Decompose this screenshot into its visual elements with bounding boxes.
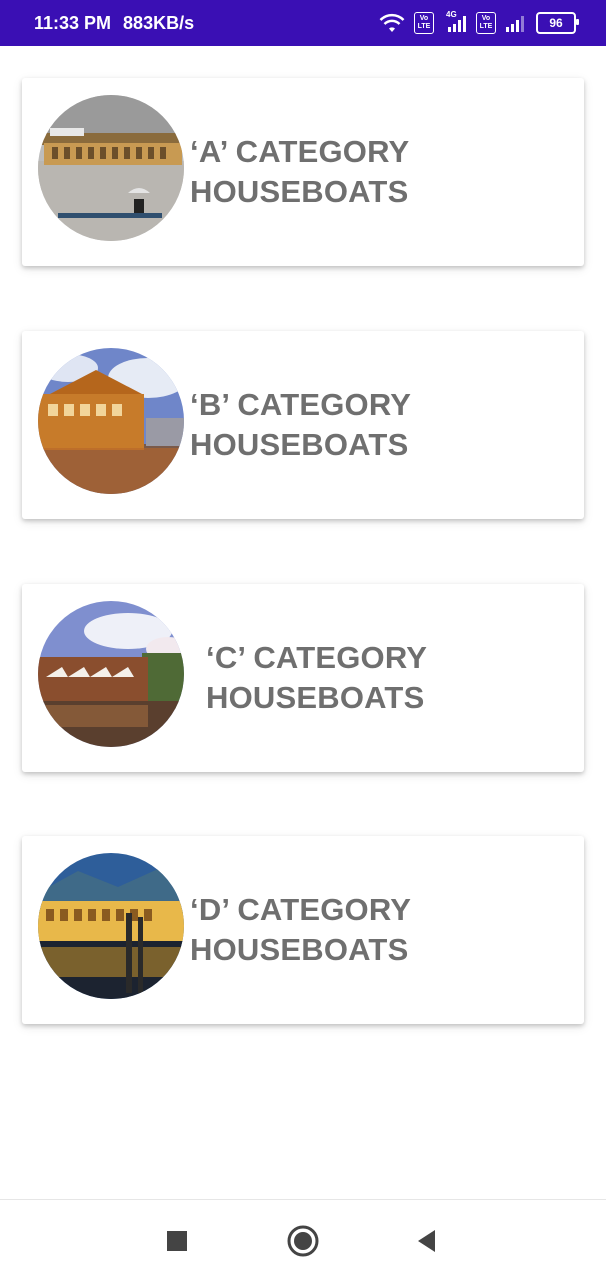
- recents-square-icon[interactable]: [160, 1224, 194, 1258]
- status-icons: Vo LTE 4G Vo LTE 96: [378, 0, 579, 46]
- network-speed: 883KB/s: [123, 12, 195, 33]
- battery-icon: 96: [536, 12, 579, 34]
- home-circle-icon[interactable]: [286, 1224, 320, 1258]
- signal-icon: 4G: [442, 10, 468, 33]
- wifi-icon: [378, 12, 406, 34]
- category-card-a[interactable]: ‘A’ CATEGORY HOUSEBOATS: [22, 78, 584, 266]
- category-title: ‘C’ CATEGORY HOUSEBOATS: [206, 640, 428, 715]
- category-title: ‘A’ CATEGORY HOUSEBOATS: [190, 134, 410, 209]
- houseboat-b-image: [38, 348, 184, 494]
- screen: 11:33 PM 883KB/s Vo LTE 4G Vo LTE 96 ‘A’…: [0, 0, 606, 1280]
- category-title: ‘B’ CATEGORY HOUSEBOATS: [190, 387, 412, 462]
- signal-icon-2: [504, 13, 528, 33]
- battery-level: 96: [549, 16, 563, 30]
- houseboat-d-image: [38, 853, 184, 999]
- houseboat-a-image: [38, 95, 184, 241]
- category-card-b[interactable]: ‘B’ CATEGORY HOUSEBOATS: [22, 331, 584, 519]
- back-triangle-icon[interactable]: [410, 1224, 444, 1258]
- volte-icon: Vo LTE: [414, 12, 434, 34]
- navigation-bar: [0, 1199, 606, 1280]
- category-card-c[interactable]: ‘C’ CATEGORY HOUSEBOATS: [22, 584, 584, 772]
- status-left: 11:33 PM 883KB/s: [34, 0, 194, 46]
- clock: 11:33 PM: [34, 12, 112, 33]
- category-title: ‘D’ CATEGORY HOUSEBOATS: [190, 892, 412, 967]
- category-card-d[interactable]: ‘D’ CATEGORY HOUSEBOATS: [22, 836, 584, 1024]
- status-bar: 11:33 PM 883KB/s Vo LTE 4G Vo LTE 96: [0, 0, 606, 46]
- houseboat-c-image: [38, 601, 184, 747]
- volte-icon-2: Vo LTE: [476, 12, 496, 34]
